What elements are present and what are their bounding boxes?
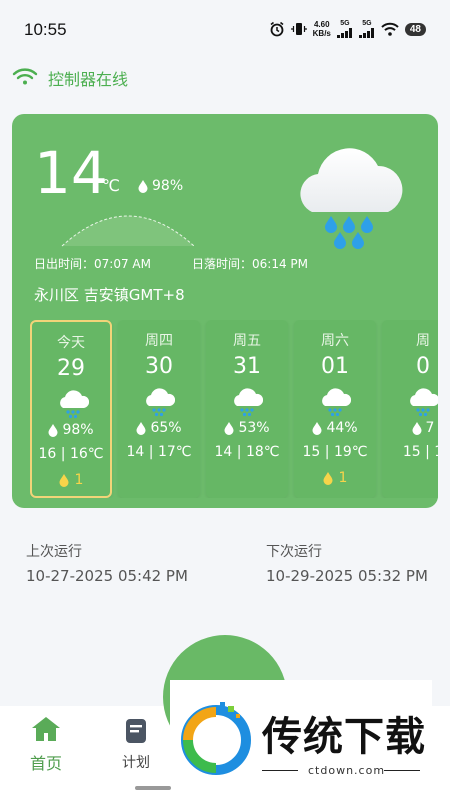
forecast-day-date: 29 [57, 356, 85, 381]
net-speed-value: 4.60 [313, 20, 330, 29]
home-indicator [135, 786, 171, 790]
signal-1: 5G [336, 20, 353, 38]
wifi-status-icon [381, 22, 399, 36]
forecast-humidity: 65% [118, 420, 200, 436]
next-run-value: 10-29-2025 05:32 PM [266, 567, 428, 585]
last-run-label: 上次运行 [26, 544, 82, 560]
water-drop-icon [323, 471, 333, 485]
next-run-label: 下次运行 [266, 544, 322, 560]
droplet-icon [224, 421, 234, 435]
watermark-divider [384, 770, 420, 771]
home-icon [32, 717, 60, 741]
temperature-unit: ℃ [102, 176, 120, 195]
cloud-rain-icon [234, 388, 263, 417]
wifi-icon [12, 67, 38, 89]
droplet-icon [312, 421, 322, 435]
forecast-day-1[interactable]: 周四 30 65% 14 | 17℃ [118, 320, 200, 498]
forecast-humidity-value: 7 [425, 420, 435, 436]
controller-status: 控制器在线 [12, 66, 128, 90]
forecast-day-date: 01 [321, 354, 349, 379]
cloud-rain-icon [300, 148, 403, 249]
forecast-day-label: 周 [416, 333, 430, 349]
forecast-day-label: 周六 [321, 333, 349, 349]
sunrise-time: 日出时间：07:07 AM [34, 257, 151, 271]
watermark-divider [262, 770, 298, 771]
signal-2: 5G [358, 20, 375, 38]
forecast-day-date: 0 [416, 354, 430, 379]
signal-1-label: 5G [340, 20, 350, 27]
status-time: 10:55 [24, 20, 67, 39]
nav-plan[interactable]: 计划 [114, 718, 158, 772]
forecast-day-2[interactable]: 周五 31 53% 14 | 18℃ [206, 320, 288, 498]
last-run-value: 10-27-2025 05:42 PM [26, 567, 188, 585]
controller-status-text: 控制器在线 [48, 70, 129, 89]
forecast-humidity: 98% [32, 422, 110, 438]
cloud-rain-icon [410, 388, 438, 417]
forecast-day-label: 周五 [233, 333, 261, 349]
forecast-humidity: 53% [206, 420, 288, 436]
forecast-humidity: 7 [382, 420, 438, 436]
last-run: 上次运行 10-27-2025 05:42 PM [26, 541, 188, 585]
battery-indicator: 48 [404, 22, 426, 36]
forecast-humidity: 44% [294, 420, 376, 436]
status-icons: 4.60 KB/s 5G 5G 48 [269, 20, 426, 38]
forecast-temp-range: 15 | 1 [402, 444, 438, 460]
current-humidity-value: 98% [152, 178, 184, 194]
forecast-badge-value: 1 [74, 472, 84, 488]
alarm-icon [269, 21, 285, 37]
signal-icon [358, 28, 374, 38]
forecast-humidity-value: 65% [150, 420, 182, 436]
forecast-temp-range: 16 | 16℃ [38, 446, 104, 462]
sun-arc [61, 215, 195, 247]
forecast-temp-range: 15 | 19℃ [302, 444, 368, 460]
cloud-rain-icon [146, 388, 175, 417]
watermark-title: 传统下载 [262, 714, 426, 760]
cloud-rain-icon [322, 388, 351, 417]
forecast-temp-range: 14 | 18℃ [214, 444, 280, 460]
forecast-badge: 1 [294, 470, 376, 486]
net-speed: 4.60 KB/s [313, 20, 331, 38]
current-humidity: 98% [138, 178, 183, 194]
forecast-badge: 1 [32, 472, 110, 488]
watermark: 传统下载 ctdown.com [170, 680, 432, 784]
forecast-day-date: 31 [233, 354, 261, 379]
forecast-day-0[interactable]: 今天 29 98% 16 | 16℃ 1 [30, 320, 112, 498]
watermark-subtitle: ctdown.com [308, 764, 386, 777]
forecast-humidity-value: 53% [238, 420, 270, 436]
nav-home-label: 首页 [29, 754, 62, 773]
forecast-badge-value: 1 [338, 470, 348, 486]
sunset-time: 日落时间：06:14 PM [192, 257, 308, 271]
forecast-list[interactable]: 今天 29 98% 16 | 16℃ 1 周四 30 65% 14 | 17℃ [30, 320, 438, 498]
nav-plan-label: 计划 [122, 755, 150, 771]
watermark-logo [181, 702, 251, 775]
current-temperature: 14 [34, 139, 108, 207]
signal-2-label: 5G [362, 20, 372, 27]
droplet-icon [48, 423, 58, 437]
next-run: 下次运行 10-29-2025 05:32 PM [266, 541, 428, 585]
forecast-day-3[interactable]: 周六 01 44% 15 | 19℃ 1 [294, 320, 376, 498]
forecast-temp-range: 14 | 17℃ [126, 444, 192, 460]
weather-card: 14 ℃ 98% 日出时间：07:07 AM 日落时间：06:14 PM 永川区… [12, 114, 438, 508]
location: 永川区 吉安镇GMT+8 [34, 286, 185, 304]
forecast-humidity-value: 98% [62, 422, 94, 438]
nav-home[interactable]: 首页 [24, 716, 68, 774]
vibrate-icon [291, 21, 307, 37]
net-speed-unit: KB/s [312, 29, 331, 38]
droplet-icon [138, 179, 148, 193]
cloud-rain-icon [60, 390, 89, 419]
forecast-day-date: 30 [145, 354, 173, 379]
forecast-day-label: 周四 [145, 333, 173, 349]
water-drop-icon [59, 473, 69, 487]
forecast-humidity-value: 44% [326, 420, 358, 436]
forecast-day-4[interactable]: 周 0 7 15 | 1 [382, 320, 438, 498]
schedule-icon [126, 719, 146, 743]
forecast-day-label: 今天 [57, 335, 85, 351]
status-bar: 10:55 4.60 KB/s 5G 5G 48 [0, 0, 450, 60]
droplet-icon [136, 421, 146, 435]
droplet-icon [412, 421, 422, 435]
signal-icon [336, 28, 352, 38]
